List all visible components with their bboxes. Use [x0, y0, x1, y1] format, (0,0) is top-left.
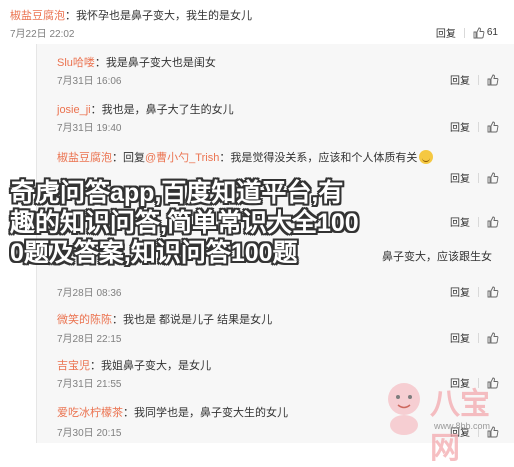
thumbs-up-icon	[487, 121, 499, 132]
reply-button[interactable]: 回复	[450, 72, 470, 87]
reply-item: 回复	[36, 214, 514, 242]
separator: ：	[112, 314, 123, 326]
username-link[interactable]: 爱吃冰柠檬茶	[57, 407, 123, 419]
comment-actions: 回复	[450, 284, 499, 299]
reply-item: josie_ji：我也是，鼻子大了生的女儿 7月31日 19:40 回复	[36, 91, 514, 138]
comment-item: 椒盐豆腐泡：我怀孕也是鼻子变大，我生的是女儿 7月22日 22:02 回复 61	[0, 0, 514, 44]
comment-line: 鼻子变大，应该跟生女	[382, 248, 492, 264]
username-link[interactable]: 椒盐豆腐泡	[10, 10, 65, 22]
like-button[interactable]	[487, 216, 499, 228]
comment-line: Slu哈喽：我是鼻子变大也是闺女	[57, 54, 216, 70]
thumbs-up-icon	[487, 332, 499, 343]
comment-actions: 回复	[450, 330, 499, 345]
comment-text: 我也是 都说是儿子 结果是女儿	[123, 314, 273, 326]
separator: ：	[90, 360, 101, 372]
comment-actions: 回复	[450, 72, 499, 87]
comment-text: 我是鼻子变大也是闺女	[105, 57, 216, 69]
smile-emoji-icon	[419, 150, 434, 164]
comment-line: 椒盐豆腐泡：我怀孕也是鼻子变大，我生的是女儿	[10, 7, 252, 23]
comment-line: 椒盐豆腐泡：回复@曹小勺_Trish：我是觉得没关系，应该和个人体质有关	[57, 149, 434, 165]
reply-item: 椒盐豆腐泡：回复@曹小勺_Trish：我是觉得没关系，应该和个人体质有关	[36, 138, 514, 178]
separator: ：	[65, 10, 76, 22]
reply-button[interactable]: 回复	[450, 330, 470, 345]
comment-text: 我怀孕也是鼻子变大，我生的是女儿	[76, 10, 252, 22]
thumbs-up-icon	[487, 216, 499, 227]
divider	[478, 74, 479, 85]
separator: ：回复	[112, 152, 145, 164]
comment-text: 我也是，鼻子大了生的女儿	[101, 104, 234, 116]
comment-time: 7月31日 19:40	[57, 123, 122, 134]
like-button[interactable]	[487, 172, 499, 184]
username-link[interactable]: josie_ji	[57, 104, 91, 116]
like-button[interactable]	[487, 286, 499, 298]
like-button[interactable]	[487, 121, 499, 133]
reply-button[interactable]: 回复	[436, 25, 456, 40]
separator: ：	[123, 407, 134, 419]
comment-time: 7月28日 08:36	[57, 288, 122, 299]
comment-actions: 回复	[450, 214, 499, 229]
separator: ：	[90, 104, 102, 116]
comment-actions: 回复	[450, 170, 499, 185]
thumbs-up-icon	[473, 27, 485, 38]
reply-item: 鼻子变大，应该跟生女 7月28日 08:36 回复	[36, 242, 514, 302]
divider	[478, 286, 479, 297]
reply-item: Slu哈喽：我是鼻子变大也是闺女 7月31日 16:06 回复	[36, 44, 514, 91]
comment-actions: 回复	[450, 119, 499, 134]
comment-time: 7月31日 16:06	[57, 76, 122, 87]
divider	[478, 216, 479, 227]
like-count: 61	[486, 27, 498, 38]
comment-text: 鼻子变大，应该跟生女	[382, 251, 492, 263]
like-button[interactable]	[487, 74, 499, 86]
comment-actions: 回复 61	[436, 25, 498, 40]
username-link[interactable]: 吉宝児	[57, 360, 90, 372]
comment-time: 7月28日 22:15	[57, 334, 122, 345]
username-link[interactable]: 椒盐豆腐泡	[57, 152, 112, 164]
reply-item: 回复	[36, 172, 514, 214]
comment-time: 7月31日 21:55	[57, 379, 122, 390]
mascot-icon	[388, 383, 420, 435]
comment-time: 7月30日 20:15	[57, 428, 122, 439]
divider	[478, 172, 479, 183]
reply-button[interactable]: 回复	[450, 119, 470, 134]
comment-line: 吉宝児：我姐鼻子变大，是女儿	[57, 357, 211, 373]
divider	[463, 27, 465, 38]
comment-line: 微笑的陈陈：我也是 都说是儿子 结果是女儿	[57, 311, 272, 327]
comment-text: ：我是觉得没关系，应该和个人体质有关	[219, 152, 418, 164]
reply-button[interactable]: 回复	[450, 214, 470, 229]
separator: ：	[94, 57, 106, 69]
comment-text: 我同学也是，鼻子变大生的女儿	[134, 407, 288, 419]
divider	[478, 332, 479, 343]
comment-text: 我姐鼻子变大，是女儿	[101, 360, 211, 372]
thumbs-up-icon	[487, 74, 499, 85]
thumbs-up-icon	[487, 286, 499, 297]
divider	[478, 121, 479, 132]
like-button[interactable]: 61	[473, 27, 498, 39]
reply-button[interactable]: 回复	[450, 284, 470, 299]
like-button[interactable]	[487, 332, 499, 344]
mention-link[interactable]: @曹小勺_Trish	[145, 152, 219, 164]
watermark: 八宝网 www.8bb.com	[380, 373, 510, 466]
comment-time: 7月22日 22:02	[10, 29, 75, 40]
comment-line: josie_ji：我也是，鼻子大了生的女儿	[57, 101, 234, 117]
reply-item: 微笑的陈陈：我也是 都说是儿子 结果是女儿 7月28日 22:15 回复	[36, 302, 514, 347]
username-link[interactable]: Slu哈喽	[57, 57, 95, 69]
username-link[interactable]: 微笑的陈陈	[57, 314, 112, 326]
reply-button[interactable]: 回复	[450, 170, 470, 185]
thumbs-up-icon	[487, 172, 499, 183]
comment-line: 爱吃冰柠檬茶：我同学也是，鼻子变大生的女儿	[57, 404, 288, 420]
watermark-url: www.8bb.com	[434, 421, 491, 431]
